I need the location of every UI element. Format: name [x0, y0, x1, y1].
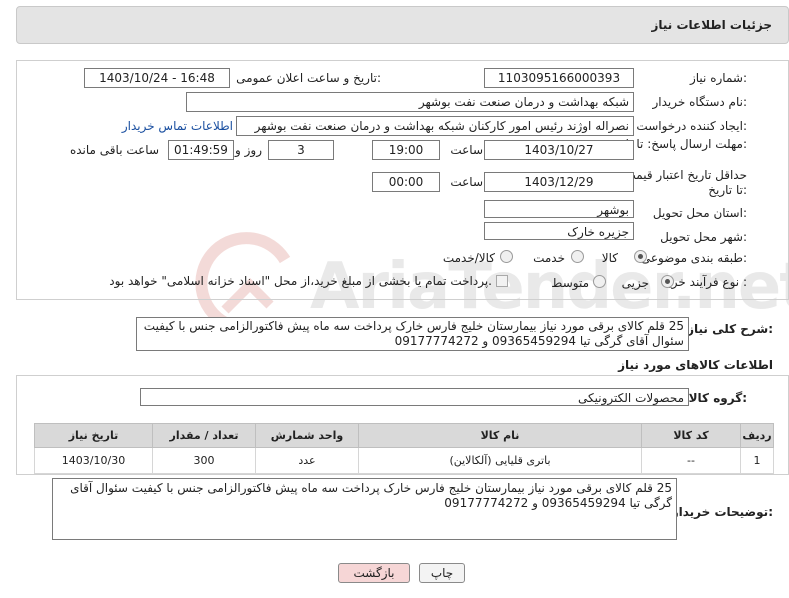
goods-section-title: اطلاعات کالاهای مورد نیاز — [618, 358, 773, 372]
cell-code: -- — [641, 447, 741, 474]
col-name: نام کالا — [358, 423, 642, 448]
buyer-notes-label: توضیحات خریدار: — [671, 505, 773, 519]
category-service-label: خدمت — [533, 251, 565, 265]
validity-time-label: ساعت — [450, 175, 483, 189]
requester-label: ایجاد کننده درخواست: — [636, 119, 747, 133]
category-both-label: کالا/خدمت — [442, 251, 495, 265]
remaining-label: ساعت باقی مانده — [69, 143, 159, 157]
buyer-org-label: نام دستگاه خریدار: — [652, 95, 748, 109]
description-box[interactable]: 25 قلم کالای برقی مورد نیاز بیمارستان خل… — [136, 317, 689, 351]
buyer-org-field[interactable]: شبکه بهداشت و درمان صنعت نفت بوشهر — [186, 92, 634, 112]
announce-field[interactable]: 1403/10/24 - 16:48 — [84, 68, 230, 88]
goods-table-header: ردیف کد کالا نام کالا واحد شمارش تعداد /… — [34, 423, 774, 448]
category-goods-radio[interactable] — [634, 250, 647, 263]
contact-buyer-link[interactable]: اطلاعات تماس خریدار — [122, 119, 233, 133]
process-medium-radio[interactable] — [593, 275, 606, 288]
process-partial-label: جزیی — [621, 276, 649, 290]
page-title: جزئیات اطلاعات نیاز — [651, 18, 772, 32]
cell-date: 1403/10/30 — [34, 447, 153, 474]
need-number-field[interactable]: 1103095166000393 — [484, 68, 634, 88]
table-row: 1 -- باتری قلیایی (آلکالاین) عدد 300 140… — [34, 447, 774, 474]
col-row: ردیف — [740, 423, 774, 448]
goods-table: ردیف کد کالا نام کالا واحد شمارش تعداد /… — [34, 423, 774, 474]
page-header: جزئیات اطلاعات نیاز — [16, 6, 789, 44]
cell-name: باتری قلیایی (آلکالاین) — [358, 447, 642, 474]
process-label: نوع فرآیند خرید : — [662, 275, 747, 289]
need-number-label: شماره نیاز: — [689, 71, 747, 85]
goods-group-field[interactable]: محصولات الکترونیکی — [140, 388, 689, 406]
buyer-notes-box[interactable]: 25 قلم کالای برقی مورد نیاز بیمارستان خل… — [52, 478, 677, 540]
days-label: روز و — [235, 143, 262, 157]
treasury-payment-checkbox[interactable] — [496, 275, 508, 287]
col-qty: تعداد / مقدار — [152, 423, 256, 448]
cell-row: 1 — [740, 447, 774, 474]
announce-label: تاریخ و ساعت اعلان عمومی: — [236, 71, 381, 85]
province-field[interactable]: بوشهر — [484, 200, 634, 218]
category-goods-label: کالا — [601, 251, 618, 265]
days-field[interactable]: 3 — [268, 140, 334, 160]
category-service-radio[interactable] — [571, 250, 584, 263]
validity-date-field[interactable]: 1403/12/29 — [484, 172, 634, 192]
process-medium-label: متوسط — [551, 276, 589, 290]
col-code: کد کالا — [641, 423, 741, 448]
category-both-radio[interactable] — [500, 250, 513, 263]
category-label: طبقه بندی موضوعی: — [640, 251, 747, 265]
deadline-date-field[interactable]: 1403/10/27 — [484, 140, 634, 160]
province-label: استان محل تحویل: — [652, 206, 747, 220]
goods-group-label: گروه کالا: — [688, 391, 747, 405]
cell-qty: 300 — [152, 447, 256, 474]
back-button[interactable]: بازگشت — [338, 563, 410, 583]
print-button[interactable]: چاپ — [419, 563, 465, 583]
validity-label: حداقل تاریخ اعتبار قیمت: تا تاریخ: — [620, 168, 747, 197]
validity-time-field[interactable]: 00:00 — [372, 172, 440, 192]
deadline-time-field[interactable]: 19:00 — [372, 140, 440, 160]
city-label: شهر محل تحویل: — [660, 230, 747, 244]
requester-field[interactable]: نصراله اوژند رئیس امور کارکنان شبکه بهدا… — [236, 116, 634, 136]
col-unit: واحد شمارش — [255, 423, 359, 448]
buyer-notes-text: 25 قلم کالای برقی مورد نیاز بیمارستان خل… — [70, 481, 672, 510]
col-date: تاریخ نیاز — [34, 423, 153, 448]
cell-unit: عدد — [255, 447, 359, 474]
payment-note: پرداخت تمام یا بخشی از مبلغ خرید،از محل … — [109, 274, 492, 288]
remaining-time-field[interactable]: 01:49:59 — [168, 140, 234, 160]
description-text: 25 قلم کالای برقی مورد نیاز بیمارستان خل… — [143, 319, 684, 348]
process-partial-radio[interactable] — [661, 275, 674, 288]
deadline-time-label: ساعت — [450, 143, 483, 157]
description-label: شرح کلی نیاز: — [687, 322, 773, 336]
city-field[interactable]: جزیره خارک — [484, 222, 634, 240]
